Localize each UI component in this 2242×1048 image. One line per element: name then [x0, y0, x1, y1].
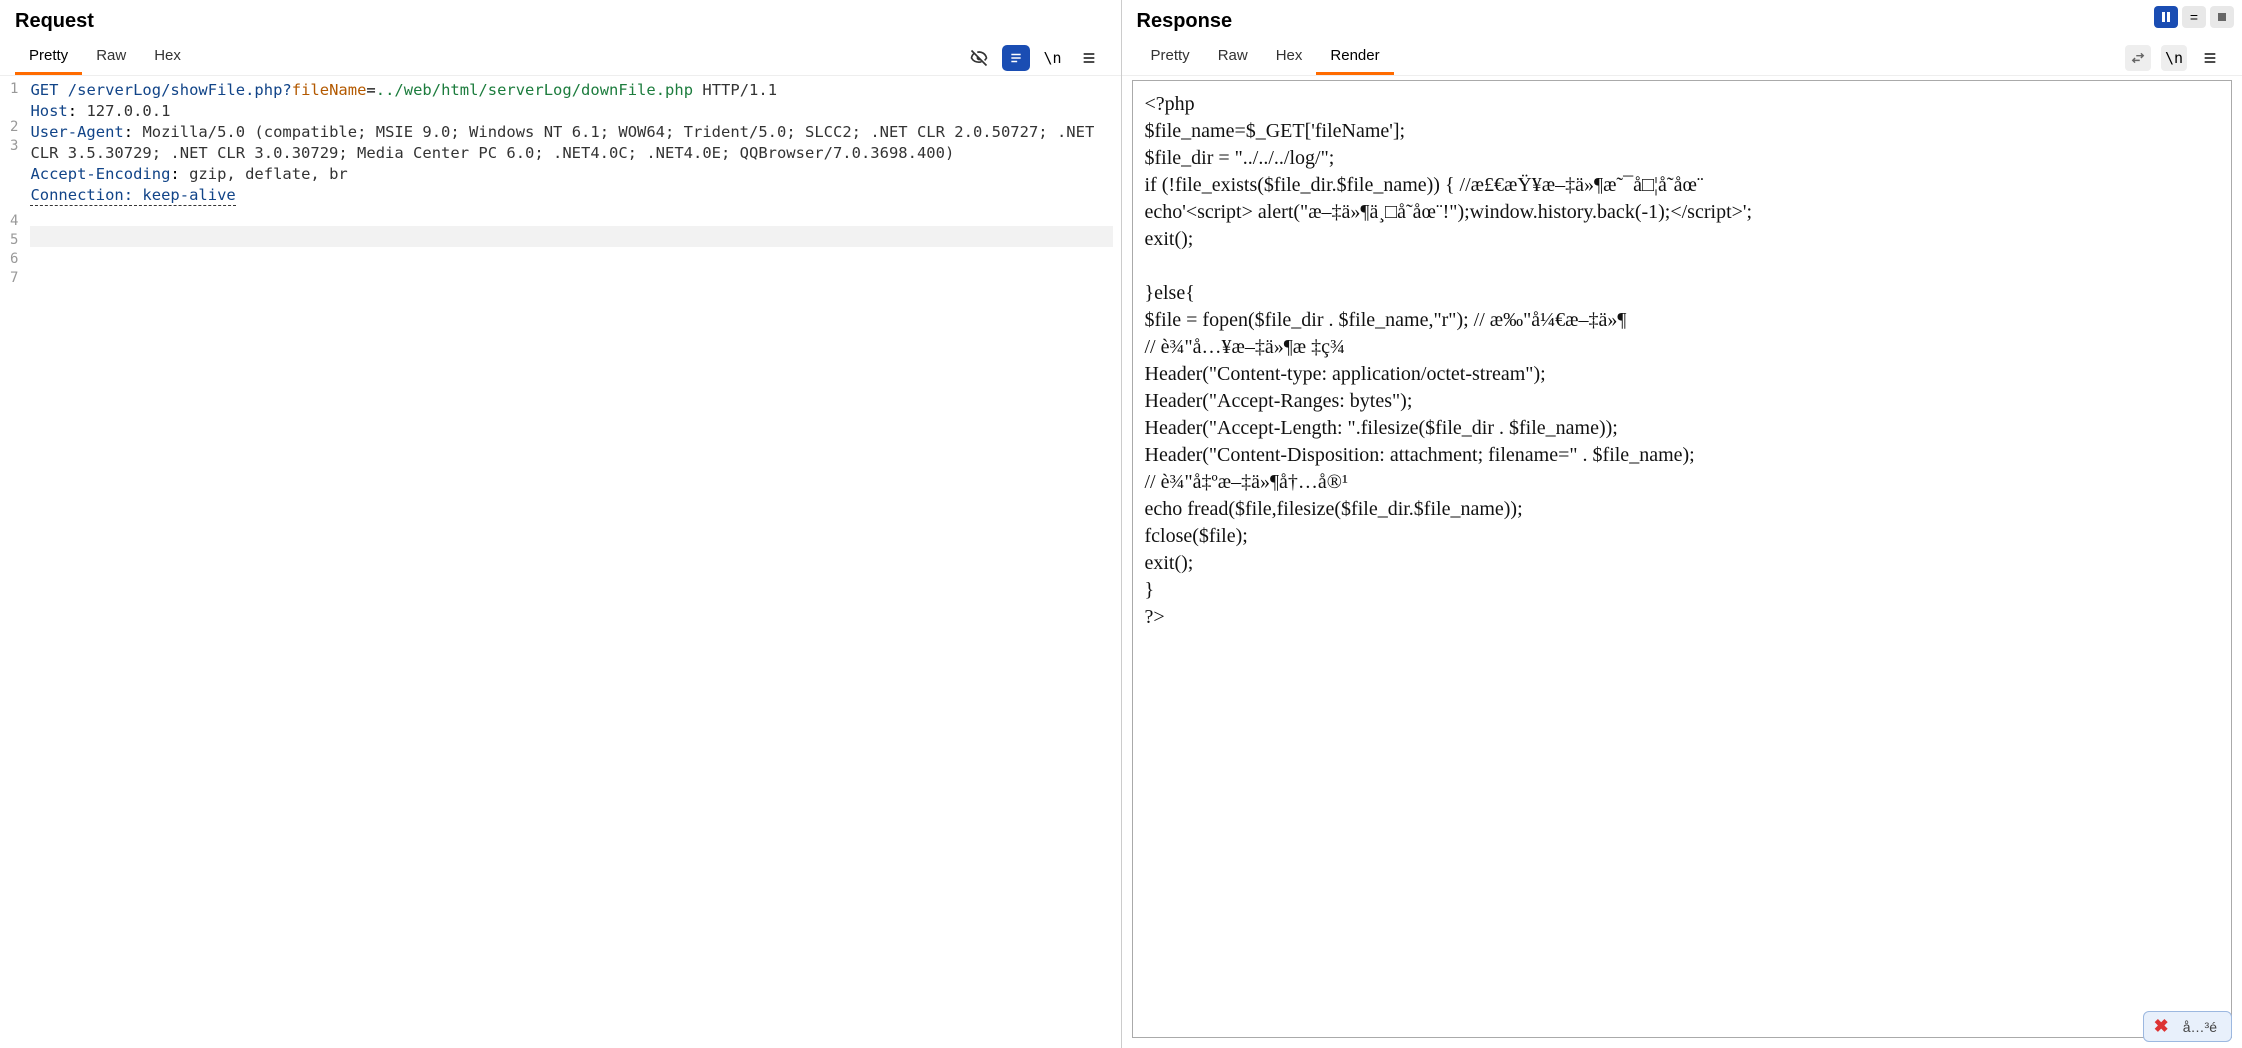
request-code[interactable]: GET /serverLog/showFile.php?fileName=../…: [26, 76, 1120, 1048]
response-render[interactable]: <?php $file_name=$_GET['fileName']; $fil…: [1132, 80, 2233, 1038]
tab-hex-response[interactable]: Hex: [1262, 41, 1317, 75]
tab-hex[interactable]: Hex: [140, 41, 195, 75]
line-number: 6: [10, 250, 18, 269]
code-line[interactable]: Host: 127.0.0.1: [30, 101, 1112, 122]
line-number: 1: [10, 80, 18, 118]
response-actions: =: [2154, 6, 2234, 28]
line-number: 2: [10, 118, 18, 137]
code-line[interactable]: [30, 226, 1112, 247]
pause-button[interactable]: [2154, 6, 2178, 28]
request-header: Request: [0, 0, 1121, 33]
code-line[interactable]: User-Agent: Mozilla/5.0 (compatible; MSI…: [30, 122, 1112, 164]
newline-icon[interactable]: \n: [1040, 45, 1066, 71]
response-tabs: Pretty Raw Hex Render \n: [1122, 33, 2242, 76]
request-toolbar: \n: [966, 45, 1106, 71]
stop-button[interactable]: [2210, 6, 2234, 28]
close-pill-label: å…³é: [2183, 1019, 2217, 1035]
code-line[interactable]: [30, 206, 1112, 227]
equals-button[interactable]: =: [2182, 6, 2206, 28]
request-tabs: Pretty Raw Hex \n: [0, 33, 1121, 76]
close-pill[interactable]: ✖ å…³é: [2143, 1011, 2232, 1042]
request-panel: Request Pretty Raw Hex \n 1: [0, 0, 1122, 1048]
line-number: 3: [10, 137, 18, 213]
line-number: 4: [10, 212, 18, 231]
response-toolbar: \n: [2125, 45, 2227, 71]
visibility-off-icon[interactable]: [966, 45, 992, 71]
response-panel: = Response Pretty Raw Hex Render \n <?ph…: [1122, 0, 2242, 1048]
tab-pretty-response[interactable]: Pretty: [1137, 41, 1204, 75]
request-editor[interactable]: 1234567 GET /serverLog/showFile.php?file…: [0, 76, 1121, 1048]
line-number: 5: [10, 231, 18, 250]
menu-icon-response[interactable]: [2197, 45, 2223, 71]
code-line[interactable]: Connection: keep-alive: [30, 185, 1112, 206]
tab-pretty[interactable]: Pretty: [15, 41, 82, 75]
close-icon[interactable]: ✖: [2154, 1016, 2169, 1037]
request-title: Request: [15, 10, 94, 33]
tab-render-response[interactable]: Render: [1316, 41, 1393, 75]
newline-icon-response[interactable]: \n: [2161, 45, 2187, 71]
response-header: Response: [1122, 0, 2242, 33]
code-line[interactable]: Accept-Encoding: gzip, deflate, br: [30, 164, 1112, 185]
line-number: 7: [10, 269, 18, 288]
code-line[interactable]: GET /serverLog/showFile.php?fileName=../…: [30, 80, 1112, 101]
wrap-arrows-icon[interactable]: [2125, 45, 2151, 71]
format-icon[interactable]: [1002, 45, 1030, 71]
gutter: 1234567: [0, 76, 26, 1048]
response-title: Response: [1137, 10, 1233, 33]
tab-raw-response[interactable]: Raw: [1204, 41, 1262, 75]
tab-raw[interactable]: Raw: [82, 41, 140, 75]
menu-icon[interactable]: [1076, 45, 1102, 71]
